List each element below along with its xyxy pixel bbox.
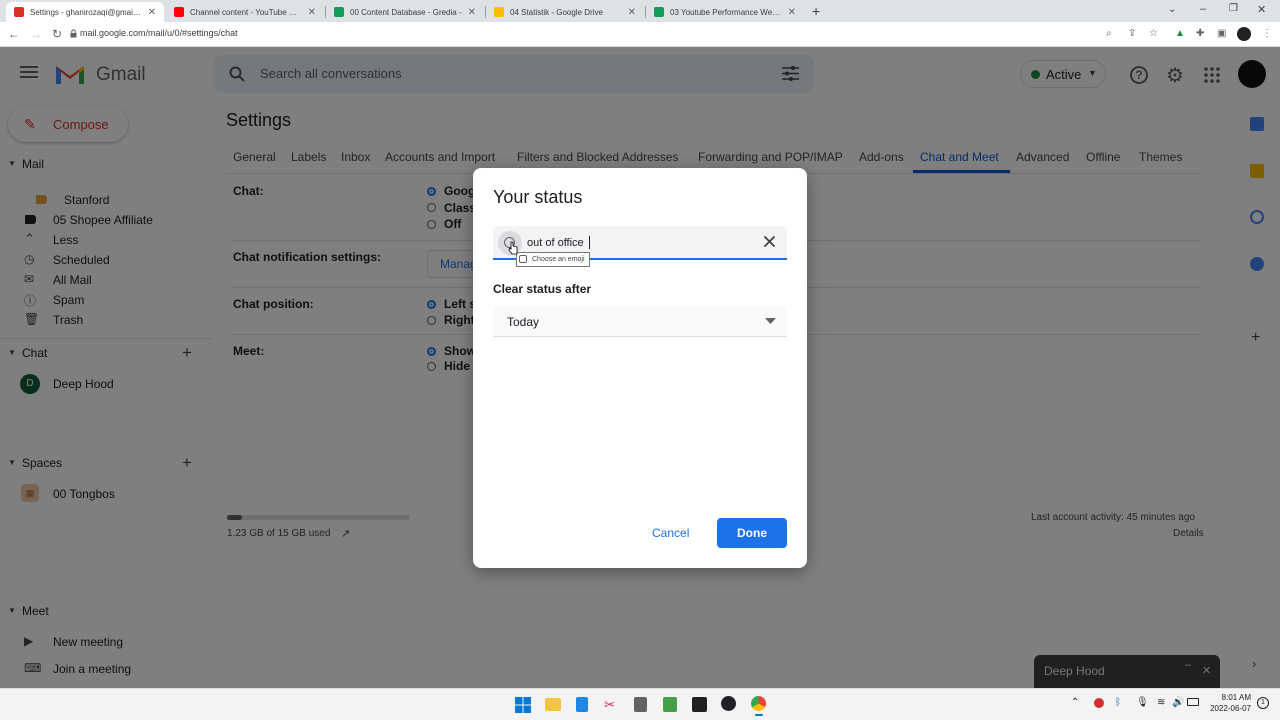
clear-status-label: Clear status after <box>493 282 592 296</box>
youtube-favicon-icon <box>174 7 184 17</box>
tab-search-icon[interactable]: ⌄ <box>1168 4 1176 15</box>
new-tab-button[interactable]: + <box>812 3 820 19</box>
emoji-tooltip: Choose an emoji <box>516 252 590 267</box>
close-tab-icon[interactable]: ✕ <box>468 7 476 18</box>
side-panel-icon[interactable]: ▣ <box>1217 28 1229 40</box>
back-icon[interactable]: ← <box>8 27 20 41</box>
gmail-favicon-icon <box>14 7 24 17</box>
calculator-icon[interactable] <box>634 697 647 712</box>
browser-tab-youtube-performance[interactable]: 03 Youtube Performance Weekly ✕ <box>646 2 804 22</box>
battery-icon[interactable] <box>1187 698 1199 706</box>
tray-app-icon[interactable] <box>1094 698 1104 708</box>
drive-favicon-icon <box>494 7 504 17</box>
url-field[interactable]: mail.google.com/mail/u/0/#settings/chat <box>80 28 238 38</box>
profile-avatar[interactable] <box>1237 27 1251 41</box>
minimize-icon[interactable]: – <box>1200 3 1206 15</box>
obs-icon[interactable] <box>721 696 736 711</box>
close-tab-icon[interactable]: ✕ <box>628 7 636 18</box>
share-icon[interactable]: ⇪ <box>1128 28 1140 40</box>
extensions-puzzle-icon[interactable]: ✚ <box>1196 28 1208 40</box>
done-label: Done <box>737 526 767 540</box>
notepad-icon[interactable] <box>576 697 588 712</box>
app-icon[interactable] <box>663 697 677 712</box>
text-cursor <box>589 236 590 249</box>
status-input[interactable]: out of office <box>527 237 584 249</box>
clock-time[interactable]: 8:01 AM <box>1211 693 1251 702</box>
notifications-icon[interactable]: 1 <box>1257 697 1269 709</box>
bluetooth-icon[interactable]: ᛒ <box>1115 697 1121 708</box>
clear-input-icon[interactable] <box>762 234 777 249</box>
dialog-title: Your status <box>493 187 583 207</box>
lock-icon <box>70 29 77 38</box>
bookmark-star-icon[interactable]: ☆ <box>1149 28 1161 40</box>
close-tab-icon[interactable]: ✕ <box>148 7 156 18</box>
close-window-icon[interactable]: ✕ <box>1257 3 1266 16</box>
clock-date[interactable]: 2022-06-07 <box>1207 704 1251 713</box>
sheets-favicon-icon <box>654 7 664 17</box>
close-tab-icon[interactable]: ✕ <box>788 7 796 18</box>
tab-title: Channel content - YouTube Studio <box>190 7 302 17</box>
menu-kebab-icon[interactable]: ⋮ <box>1262 28 1274 40</box>
extension-icon[interactable]: ▲ <box>1175 28 1187 40</box>
windows-start-icon[interactable] <box>515 697 531 713</box>
reload-icon[interactable]: ↻ <box>52 27 62 41</box>
close-tab-icon[interactable]: ✕ <box>308 7 316 18</box>
tab-title: 03 Youtube Performance Weekly <box>670 7 782 17</box>
restore-icon[interactable]: ❐ <box>1229 3 1238 14</box>
tab-title: 04 Statistik - Google Drive <box>510 7 603 17</box>
wifi-icon[interactable]: ≋ <box>1157 697 1165 708</box>
terminal-icon[interactable] <box>692 697 707 712</box>
microphone-icon[interactable]: 🎙 <box>1136 697 1149 708</box>
forward-icon[interactable]: → <box>30 27 42 41</box>
tab-title: Settings - ghanirozaqi@gmail.co <box>30 7 142 17</box>
browser-tab-settings[interactable]: Settings - ghanirozaqi@gmail.co ✕ <box>6 2 164 22</box>
active-app-indicator <box>755 714 763 716</box>
browser-tab-content-db[interactable]: 00 Content Database - Gredia - ✕ <box>326 2 484 22</box>
hand-cursor-icon <box>508 241 518 255</box>
emoji-tooltip-icon <box>519 255 527 263</box>
snipping-tool-icon[interactable]: ✂ <box>604 697 615 713</box>
dropdown-arrow-icon <box>765 318 776 324</box>
volume-icon[interactable]: 🔊 <box>1172 697 1184 708</box>
cancel-label: Cancel <box>652 526 690 540</box>
chrome-icon[interactable] <box>751 696 766 711</box>
browser-tab-youtube[interactable]: Channel content - YouTube Studio ✕ <box>166 2 324 22</box>
zoom-icon[interactable]: ⌕ <box>1106 28 1118 40</box>
browser-tab-bar: Settings - ghanirozaqi@gmail.co ✕ Channe… <box>0 0 1280 22</box>
tray-overflow-icon[interactable]: ⌃ <box>1071 697 1079 708</box>
tab-title: 00 Content Database - Gredia - <box>350 7 462 17</box>
clear-after-value: Today <box>507 315 540 329</box>
sheets-favicon-icon <box>334 7 344 17</box>
file-explorer-icon[interactable] <box>545 698 561 711</box>
browser-tab-drive[interactable]: 04 Statistik - Google Drive ✕ <box>486 2 644 22</box>
browser-toolbar: ← → ↻ mail.google.com/mail/u/0/#settings… <box>0 22 1280 47</box>
